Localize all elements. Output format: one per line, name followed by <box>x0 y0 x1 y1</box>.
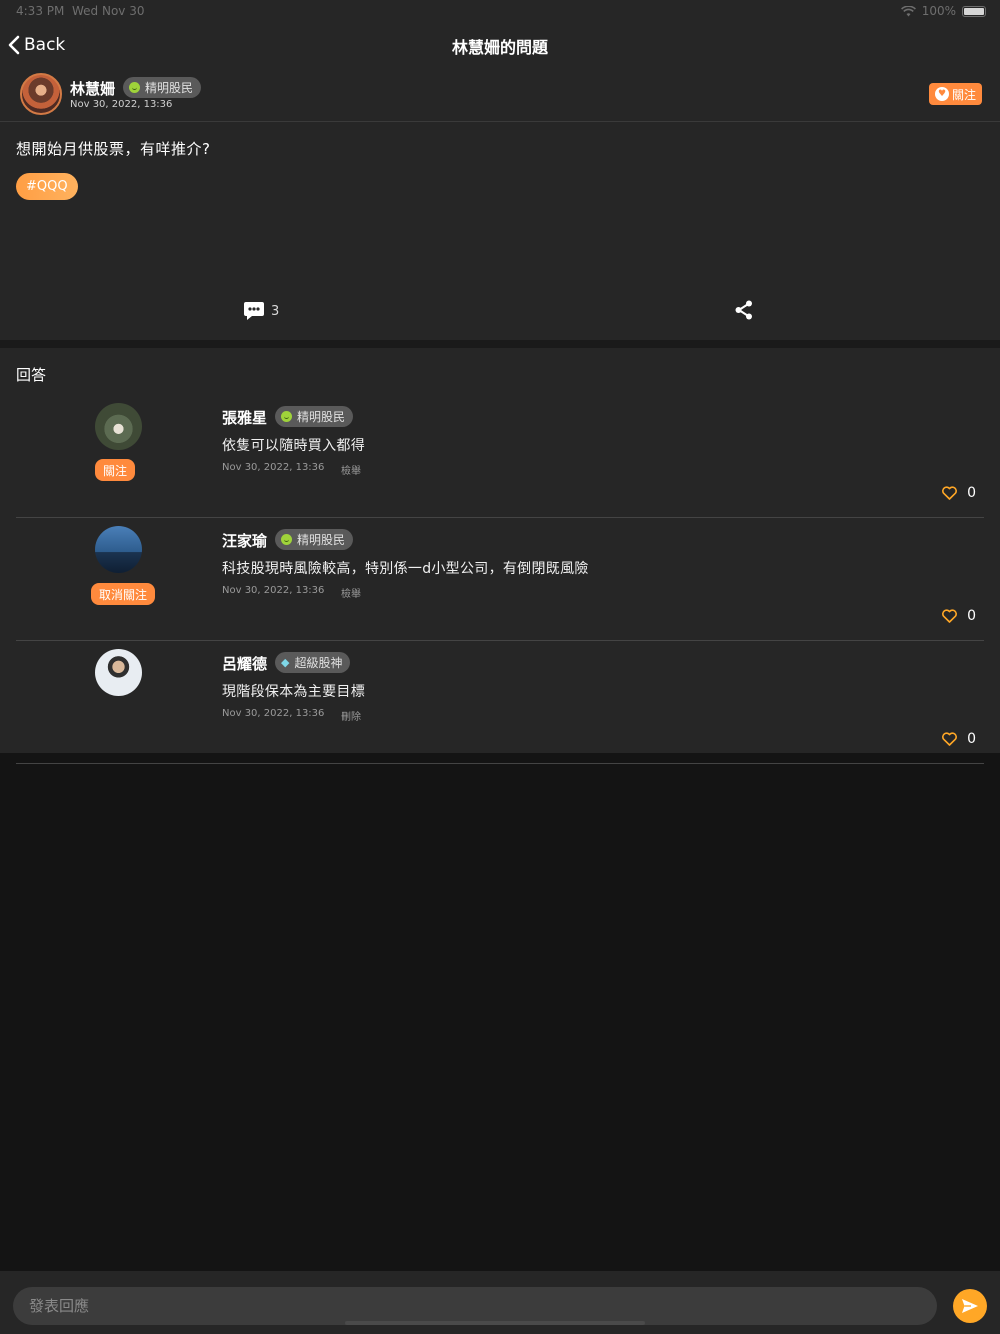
follow-button[interactable]: ♥ 關注 <box>928 83 982 105</box>
answer-item: 取消關注 汪家瑜 精明股民 科技股現時風險較高，特別係一d小型公司，有倒閉既風險… <box>16 518 984 641</box>
section-divider <box>0 340 1000 348</box>
question-text: 想開始月供股票，有咩推介? <box>16 140 211 158</box>
badge-label: 精明股民 <box>145 81 194 95</box>
page-title: 林慧姍的問題 <box>451 38 548 57</box>
answer-item: 呂耀德 ◆ 超級股神 現階段保本為主要目標 Nov 30, 2022, 13:3… <box>16 641 984 764</box>
answers-section: 回答 關注 張雅星 精明股民 依隻可以隨時買入都得 Nov 30, 2022, … <box>0 348 1000 764</box>
reply-input[interactable] <box>13 1287 937 1325</box>
heart-outline-icon <box>942 486 958 500</box>
answers-heading: 回答 <box>16 366 47 384</box>
follow-label: 關注 <box>951 87 976 102</box>
comment-count-button[interactable]: 3 <box>243 301 279 321</box>
share-icon <box>735 300 752 320</box>
answer-author-name[interactable]: 呂耀德 <box>222 653 267 674</box>
answer-author-name[interactable]: 張雅星 <box>222 407 267 428</box>
avatar[interactable] <box>95 403 142 450</box>
answer-time: Nov 30, 2022, 13:36 <box>222 585 325 596</box>
badge-label: 精明股民 <box>297 410 346 424</box>
comment-icon <box>244 302 264 320</box>
report-button[interactable]: 檢舉 <box>341 585 361 600</box>
heart-icon: ♥ <box>934 87 949 101</box>
status-badge: 精明股民 <box>275 406 354 427</box>
badge-label: 超級股神 <box>294 656 343 670</box>
report-button[interactable]: 檢舉 <box>341 462 361 477</box>
battery-percent: 100% <box>921 4 956 18</box>
avatar[interactable] <box>95 649 142 696</box>
smiley-icon <box>129 82 140 93</box>
badge-label: 精明股民 <box>297 533 346 547</box>
heart-outline-icon <box>942 609 958 623</box>
question-card: 林慧姍 精明股民 Nov 30, 2022, 13:36 ♥ 關注 想開始月供股… <box>0 66 1000 340</box>
like-button[interactable]: 0 <box>942 731 976 747</box>
answer-item: 關注 張雅星 精明股民 依隻可以隨時買入都得 Nov 30, 2022, 13:… <box>16 395 984 518</box>
answer-author-name[interactable]: 汪家瑜 <box>222 530 267 551</box>
nav-bar: Back 林慧姍的問題 <box>0 24 1000 66</box>
answer-time: Nov 30, 2022, 13:36 <box>222 462 325 473</box>
like-button[interactable]: 0 <box>942 608 976 624</box>
share-button[interactable] <box>734 300 754 324</box>
wifi-icon <box>900 5 916 16</box>
send-icon <box>962 1299 978 1313</box>
answer-text: 依隻可以隨時買入都得 <box>222 438 365 454</box>
unfollow-button[interactable]: 取消關注 <box>91 583 156 605</box>
status-badge: 精明股民 <box>123 77 202 98</box>
like-count: 0 <box>967 731 976 747</box>
smiley-icon <box>281 534 292 545</box>
status-right: 100% <box>900 4 986 18</box>
question-author-name[interactable]: 林慧姍 <box>70 78 115 99</box>
status-bar: 4:33 PM Wed Nov 30 100% <box>0 0 1000 24</box>
like-button[interactable]: 0 <box>942 485 976 501</box>
question-time: Nov 30, 2022, 13:36 <box>70 99 173 110</box>
diamond-icon: ◆ <box>281 656 290 669</box>
avatar[interactable] <box>20 73 62 115</box>
send-button[interactable] <box>953 1289 987 1323</box>
question-author-row: 林慧姍 精明股民 Nov 30, 2022, 13:36 ♥ 關注 <box>0 66 1000 122</box>
comment-count: 3 <box>271 303 280 319</box>
home-indicator <box>345 1321 645 1325</box>
tag-chip[interactable]: #QQQ <box>16 173 78 200</box>
smiley-icon <box>281 411 292 422</box>
answer-text: 現階段保本為主要目標 <box>222 684 365 700</box>
answer-text: 科技股現時風險較高，特別係一d小型公司，有倒閉既風險 <box>222 561 589 577</box>
status-badge: 精明股民 <box>275 529 354 550</box>
battery-icon <box>962 5 986 17</box>
status-time: 4:33 PM Wed Nov 30 <box>16 4 145 18</box>
avatar[interactable] <box>95 526 142 573</box>
like-count: 0 <box>967 485 976 501</box>
follow-button[interactable]: 關注 <box>95 459 136 481</box>
answer-time: Nov 30, 2022, 13:36 <box>222 708 325 719</box>
delete-button[interactable]: 刪除 <box>341 708 361 723</box>
heart-outline-icon <box>942 732 958 746</box>
like-count: 0 <box>967 608 976 624</box>
status-badge: ◆ 超級股神 <box>275 652 351 673</box>
